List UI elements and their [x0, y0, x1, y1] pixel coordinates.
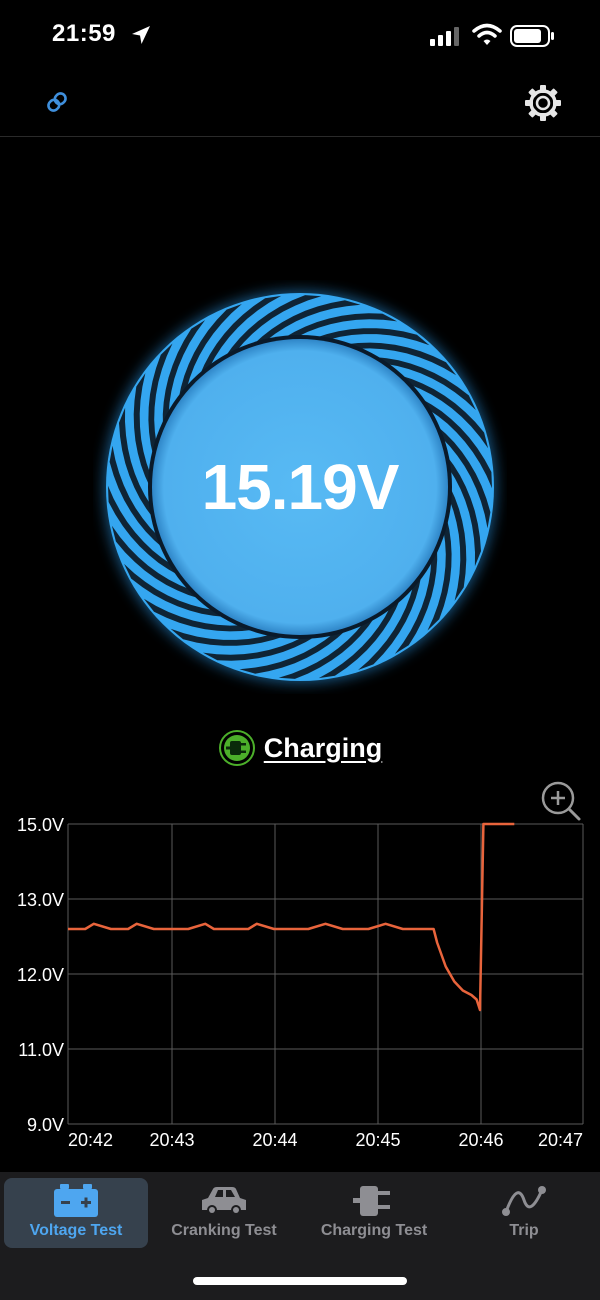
tab-voltage-test[interactable]: Voltage Test	[4, 1178, 148, 1248]
status-time: 21:59	[52, 20, 116, 47]
y-axis-ticks: 15.0V 13.0V 12.0V 11.0V 9.0V	[17, 815, 64, 1135]
charging-plug-icon	[218, 730, 255, 766]
tab-label: Voltage Test	[29, 1222, 123, 1239]
x-tick-label: 20:44	[252, 1130, 297, 1150]
y-tick-label: 13.0V	[17, 890, 64, 910]
voltage-series-line	[68, 822, 515, 1012]
y-tick-label: 15.0V	[17, 815, 64, 835]
route-icon	[502, 1186, 546, 1216]
charging-status[interactable]: Charging	[0, 728, 600, 768]
tab-label: Trip	[509, 1222, 539, 1239]
y-tick-label: 9.0V	[27, 1115, 64, 1135]
battery-icon	[54, 1184, 98, 1217]
tab-label: Cranking Test	[171, 1222, 277, 1239]
tab-charging-test[interactable]: Charging Test	[302, 1178, 446, 1248]
y-tick-label: 11.0V	[18, 1040, 64, 1060]
x-tick-label: 20:47	[538, 1130, 583, 1150]
gear-icon[interactable]	[524, 84, 562, 122]
top-bar	[0, 72, 600, 137]
chart-series	[68, 822, 515, 1012]
x-axis-ticks: 20:42 20:43 20:44 20:45 20:46 20:47	[68, 1130, 583, 1150]
voltage-readout: 15.19V	[201, 451, 400, 523]
chart-grid	[67, 823, 584, 1125]
tab-label: Charging Test	[320, 1222, 428, 1239]
home-indicator	[193, 1277, 407, 1285]
x-tick-label: 20:43	[149, 1130, 194, 1150]
tab-bar: Voltage Test Cranking Test Charging Test…	[0, 1172, 600, 1300]
status-bar: 21:59	[0, 0, 600, 72]
car-icon	[202, 1187, 246, 1215]
x-tick-label: 20:46	[458, 1130, 503, 1150]
x-tick-label: 20:42	[68, 1130, 113, 1150]
voltage-gauge: 15.19V	[93, 280, 507, 694]
plug-icon	[353, 1186, 390, 1216]
tab-trip[interactable]: Trip	[452, 1178, 596, 1248]
x-tick-label: 20:45	[355, 1130, 400, 1150]
y-tick-label: 12.0V	[17, 965, 64, 985]
link-icon[interactable]	[44, 88, 70, 116]
battery-status-icon	[510, 25, 554, 47]
tab-cranking-test[interactable]: Cranking Test	[152, 1178, 296, 1248]
voltage-chart: 15.0V 13.0V 12.0V 11.0V 9.0V 20:42 20:43 20:44…	[17, 815, 584, 1150]
charging-status-label: Charging	[263, 732, 383, 763]
cellular-signal-icon	[430, 27, 459, 46]
wifi-icon	[472, 23, 502, 45]
location-arrow-icon	[132, 26, 150, 44]
